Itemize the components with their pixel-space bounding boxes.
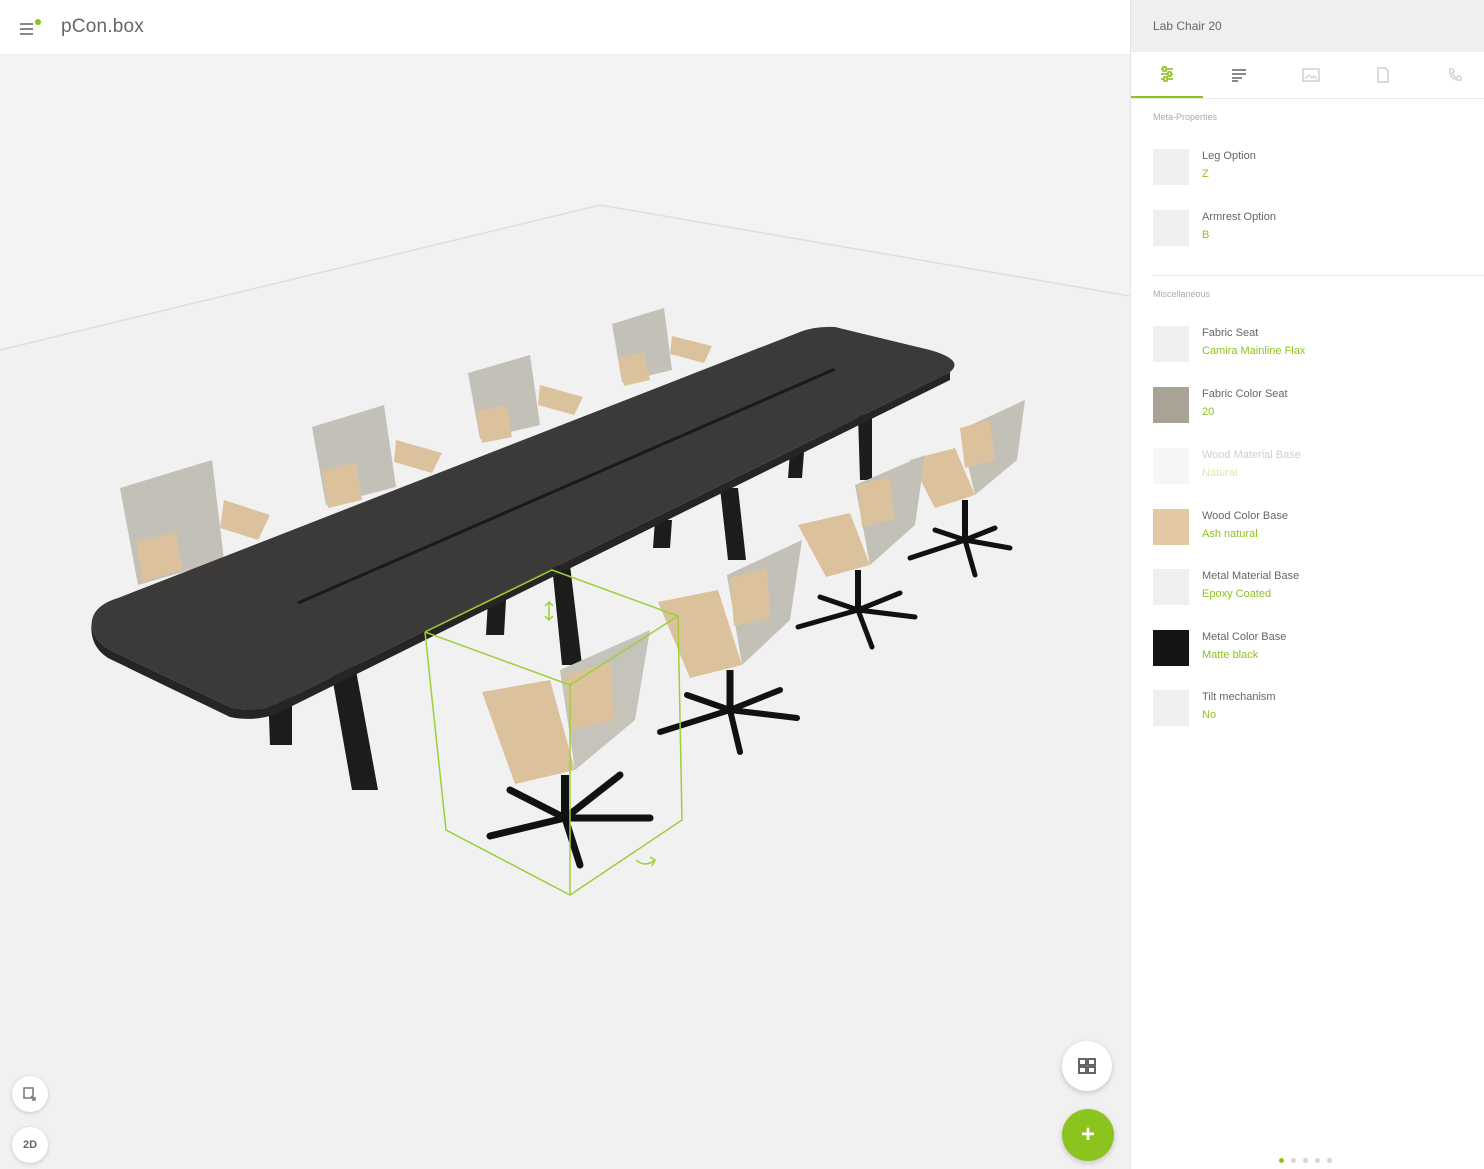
property-name: Fabric Color Seat: [1202, 388, 1288, 400]
menu-icon[interactable]: [20, 19, 42, 37]
property-swatch: [1153, 210, 1189, 246]
tab-articles[interactable]: [1203, 52, 1275, 98]
property-name: Fabric Seat: [1202, 327, 1259, 339]
property-name: Wood Color Base: [1202, 510, 1289, 522]
scene-canvas[interactable]: [0, 0, 1130, 1169]
page-dot[interactable]: [1315, 1158, 1320, 1163]
property-wood-color-base[interactable]: Wood Color Base Ash natural: [1153, 509, 1463, 553]
property-value: Camira Mainline Flax: [1202, 345, 1306, 357]
tab-contact[interactable]: [1419, 52, 1484, 98]
product-title: Lab Chair 20: [1153, 19, 1222, 33]
export-icon: [23, 1087, 36, 1101]
property-value: Natural: [1202, 467, 1238, 479]
view-toggle-button[interactable]: [1062, 1041, 1112, 1091]
section-divider: [1153, 275, 1484, 276]
page-dot[interactable]: [1303, 1158, 1308, 1163]
property-leg-option[interactable]: Leg Option Z: [1153, 149, 1463, 193]
2d-mode-label: 2D: [22, 1139, 38, 1151]
property-value: Epoxy Coated: [1202, 588, 1272, 600]
property-value: 20: [1202, 406, 1215, 418]
page-dot[interactable]: [1291, 1158, 1296, 1163]
property-name: Wood Material Base: [1202, 449, 1301, 461]
property-name: Metal Color Base: [1202, 631, 1287, 643]
property-wood-material-base: Wood Material Base Natural: [1153, 448, 1463, 492]
property-metal-color-base[interactable]: Metal Color Base Matte black: [1153, 630, 1463, 674]
configurator-icon: [1161, 66, 1173, 82]
property-value: B: [1202, 229, 1210, 241]
property-value: Ash natural: [1202, 528, 1258, 540]
property-swatch: [1153, 448, 1189, 484]
section-label-misc: Miscellaneous: [1153, 289, 1211, 299]
property-name: Metal Material Base: [1202, 570, 1300, 582]
property-value: No: [1202, 709, 1217, 721]
tab-images[interactable]: [1275, 52, 1347, 98]
tab-configurator[interactable]: [1131, 52, 1203, 98]
page-dot-active[interactable]: [1279, 1158, 1284, 1163]
image-icon: [1302, 68, 1320, 82]
phone-icon: [1449, 68, 1462, 81]
page-dot[interactable]: [1327, 1158, 1332, 1163]
add-button[interactable]: +: [1062, 1109, 1114, 1161]
property-name: Tilt mechanism: [1202, 691, 1276, 703]
app-title: pCon.box: [61, 16, 144, 37]
export-button[interactable]: [12, 1076, 48, 1112]
property-swatch: [1153, 690, 1189, 726]
wood-color-swatch: [1153, 509, 1189, 545]
panel-header: Lab Chair 20: [1131, 0, 1484, 52]
plus-icon: +: [1080, 1121, 1095, 1148]
property-fabric-color-seat[interactable]: Fabric Color Seat 20: [1153, 387, 1463, 431]
property-swatch: [1153, 149, 1189, 185]
cube-view-icon: [1078, 1058, 1096, 1074]
property-name: Armrest Option: [1202, 211, 1276, 223]
properties-panel: Lab Chair 20 Meta-Properties Leg Option …: [1130, 0, 1484, 1169]
2d-mode-button[interactable]: 2D: [12, 1127, 48, 1163]
document-icon: [1377, 67, 1389, 83]
property-armrest-option[interactable]: Armrest Option B: [1153, 210, 1463, 254]
property-value: Z: [1202, 168, 1209, 180]
3d-viewport[interactable]: pCon.box + 2D: [0, 0, 1130, 1169]
section-label-meta: Meta-Properties: [1153, 112, 1218, 122]
property-metal-material-base[interactable]: Metal Material Base Epoxy Coated: [1153, 569, 1463, 613]
property-swatch: [1153, 569, 1189, 605]
property-fabric-seat[interactable]: Fabric Seat Camira Mainline Flax: [1153, 326, 1463, 370]
property-swatch: [1153, 326, 1189, 362]
property-value: Matte black: [1202, 649, 1259, 661]
article-list-icon: [1232, 69, 1246, 82]
property-name: Leg Option: [1202, 150, 1256, 162]
panel-tabs: [1131, 52, 1484, 99]
app-header: pCon.box: [0, 0, 1130, 55]
pagination-dots: [1279, 1158, 1332, 1163]
tab-documents[interactable]: [1347, 52, 1419, 98]
fabric-color-swatch: [1153, 387, 1189, 423]
metal-color-swatch: [1153, 630, 1189, 666]
property-tilt-mechanism[interactable]: Tilt mechanism No: [1153, 690, 1463, 734]
